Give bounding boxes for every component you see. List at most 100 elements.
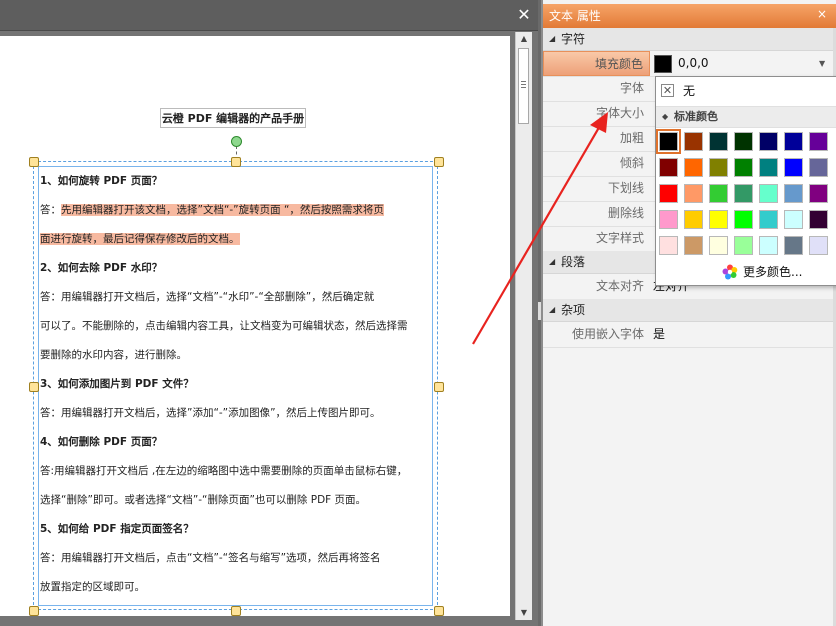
- color-swatch[interactable]: [759, 210, 778, 229]
- color-swatch[interactable]: [684, 132, 703, 151]
- color-swatch[interactable]: [684, 236, 703, 255]
- category-character[interactable]: ◢ 字符: [543, 28, 836, 51]
- resize-handle-right[interactable]: [434, 382, 444, 392]
- color-swatch[interactable]: [656, 129, 681, 154]
- color-swatch[interactable]: [734, 236, 753, 255]
- color-swatch[interactable]: [784, 132, 803, 151]
- answer-text-line[interactable]: 答：先用编辑器打开该文档，选择”文档“-”旋转页面 “，然后按照需求将页: [40, 196, 430, 225]
- color-swatch[interactable]: [659, 184, 678, 203]
- standard-colors-header: ◆ 标准颜色: [656, 106, 836, 128]
- diamond-bullet-icon: ◆: [662, 112, 669, 121]
- property-name: 字体大小: [595, 106, 644, 120]
- answer-text-line[interactable]: 要删除的水印内容，进行删除。: [40, 341, 430, 370]
- answer-text-line[interactable]: 可以了。不能删除的，点击编辑内容工具，让文档变为可编辑状态，然后选择需: [40, 312, 430, 341]
- close-document-icon[interactable]: ✕: [515, 6, 533, 24]
- color-swatch[interactable]: [759, 132, 778, 151]
- question-heading[interactable]: 5、如何给 PDF 指定页面签名？: [40, 515, 430, 544]
- color-swatch[interactable]: [784, 210, 803, 229]
- dropdown-arrow-icon[interactable]: ▼: [819, 51, 825, 76]
- rotate-handle[interactable]: [231, 136, 242, 147]
- no-color-icon: ✕: [661, 84, 674, 97]
- color-swatch[interactable]: [809, 158, 828, 177]
- category-label: 杂项: [561, 303, 586, 317]
- answer-text-line[interactable]: 答:用编辑器打开文档后 ,在左边的缩略图中选中需要删除的页面单击鼠标右键，: [40, 457, 430, 486]
- color-swatch[interactable]: [809, 210, 828, 229]
- category-label: 字符: [561, 32, 586, 46]
- property-name: 文字样式: [595, 231, 644, 245]
- property-name: 加粗: [619, 131, 644, 145]
- color-swatch[interactable]: [684, 184, 703, 203]
- question-heading[interactable]: 4、如何删除 PDF 页面？: [40, 428, 430, 457]
- answer-text-line[interactable]: 放置指定的区域即可。: [40, 573, 430, 602]
- color-swatch[interactable]: [709, 132, 728, 151]
- answer-text-line[interactable]: 答：用编辑器打开文档后，选择“文档”-“水印”-“全部删除”，然后确定就: [40, 283, 430, 312]
- color-swatch[interactable]: [734, 132, 753, 151]
- property-name: 使用嵌入字体: [571, 327, 644, 341]
- scroll-up-arrow-icon[interactable]: ▲: [516, 32, 532, 46]
- property-name: 删除线: [607, 206, 644, 220]
- resize-handle-top-right[interactable]: [434, 157, 444, 167]
- resize-handle-bottom-right[interactable]: [434, 606, 444, 616]
- answer-text-line[interactable]: 选择“删除”即可。或者选择“文档”-“删除页面”也可以删除 PDF 页面。: [40, 486, 430, 515]
- vertical-scrollbar[interactable]: ▲ ▼: [515, 32, 532, 620]
- question-heading[interactable]: 3、如何添加图片到 PDF 文件？: [40, 370, 430, 399]
- row-fill-color[interactable]: 填充颜色 0,0,0 ▼: [543, 51, 836, 77]
- document-title-textbox[interactable]: 云橙 PDF 编辑器的产品手册: [160, 108, 306, 128]
- color-swatch[interactable]: [709, 184, 728, 203]
- color-swatch[interactable]: [709, 210, 728, 229]
- property-name: 字体: [619, 81, 644, 95]
- property-name: 下划线: [607, 181, 644, 195]
- color-swatch[interactable]: [659, 210, 678, 229]
- color-swatch[interactable]: [809, 132, 828, 151]
- color-swatch[interactable]: [759, 236, 778, 255]
- color-swatch[interactable]: [709, 158, 728, 177]
- scroll-thumb[interactable]: [518, 48, 529, 124]
- color-swatch[interactable]: [784, 184, 803, 203]
- question-heading[interactable]: 2、如何去除 PDF 水印？: [40, 254, 430, 283]
- color-swatch[interactable]: [659, 236, 678, 255]
- highlighted-text[interactable]: 面进行旋转，最后记得保存修改后的文档。: [40, 233, 240, 245]
- row-embed-font[interactable]: 使用嵌入字体 是: [543, 322, 836, 348]
- color-swatch[interactable]: [809, 184, 828, 203]
- color-swatch[interactable]: [759, 184, 778, 203]
- category-label: 段落: [561, 255, 586, 269]
- color-swatch[interactable]: [734, 184, 753, 203]
- property-name: 填充颜色: [543, 51, 650, 76]
- scroll-down-arrow-icon[interactable]: ▼: [516, 606, 532, 620]
- properties-header: 文本 属性 ×: [543, 4, 836, 29]
- property-value[interactable]: 是: [653, 322, 836, 347]
- color-swatch[interactable]: [734, 158, 753, 177]
- color-swatch[interactable]: [709, 236, 728, 255]
- question-heading[interactable]: 1、如何旋转 PDF 页面？: [40, 167, 430, 196]
- resize-handle-bottom-left[interactable]: [29, 606, 39, 616]
- color-swatch[interactable]: [784, 236, 803, 255]
- text-content[interactable]: 1、如何旋转 PDF 页面？ 答：先用编辑器打开该文档，选择”文档“-”旋转页面 …: [40, 167, 430, 600]
- collapse-triangle-icon[interactable]: ◢: [549, 299, 555, 321]
- collapse-triangle-icon[interactable]: ◢: [549, 251, 555, 273]
- splitter-grip[interactable]: [538, 302, 541, 320]
- color-swatch[interactable]: [809, 236, 828, 255]
- answer-text-line[interactable]: 答：用编辑器打开文档后，选择”添加“-”添加图像”，然后上传图片即可。: [40, 399, 430, 428]
- answer-text-line[interactable]: 答：用编辑器打开文档后，点击“文档”-“签名与缩写”选项，然后再将签名: [40, 544, 430, 573]
- resize-handle-top-left[interactable]: [29, 157, 39, 167]
- color-swatch[interactable]: [759, 158, 778, 177]
- property-name: 倾斜: [619, 156, 644, 170]
- answer-text-line[interactable]: 面进行旋转，最后记得保存修改后的文档。: [40, 225, 430, 254]
- color-swatch[interactable]: [684, 158, 703, 177]
- highlighted-text[interactable]: 先用编辑器打开该文档，选择”文档“-”旋转页面 “，然后按照需求将页: [61, 204, 384, 216]
- color-swatch[interactable]: [734, 210, 753, 229]
- resize-handle-top[interactable]: [231, 157, 241, 167]
- properties-title: 文本 属性: [549, 9, 601, 23]
- resize-handle-bottom[interactable]: [231, 606, 241, 616]
- fill-color-value[interactable]: 0,0,0 ▼: [653, 51, 836, 76]
- color-swatch[interactable]: [659, 158, 678, 177]
- color-swatch[interactable]: [684, 210, 703, 229]
- category-misc[interactable]: ◢ 杂项: [543, 299, 836, 322]
- standard-colors-label: 标准颜色: [674, 110, 718, 123]
- color-swatch[interactable]: [784, 158, 803, 177]
- document-toolbar: [0, 0, 538, 31]
- color-wheel-icon: [722, 264, 738, 280]
- collapse-triangle-icon[interactable]: ◢: [549, 28, 555, 50]
- properties-close-icon[interactable]: ×: [817, 4, 827, 24]
- resize-handle-left[interactable]: [29, 382, 39, 392]
